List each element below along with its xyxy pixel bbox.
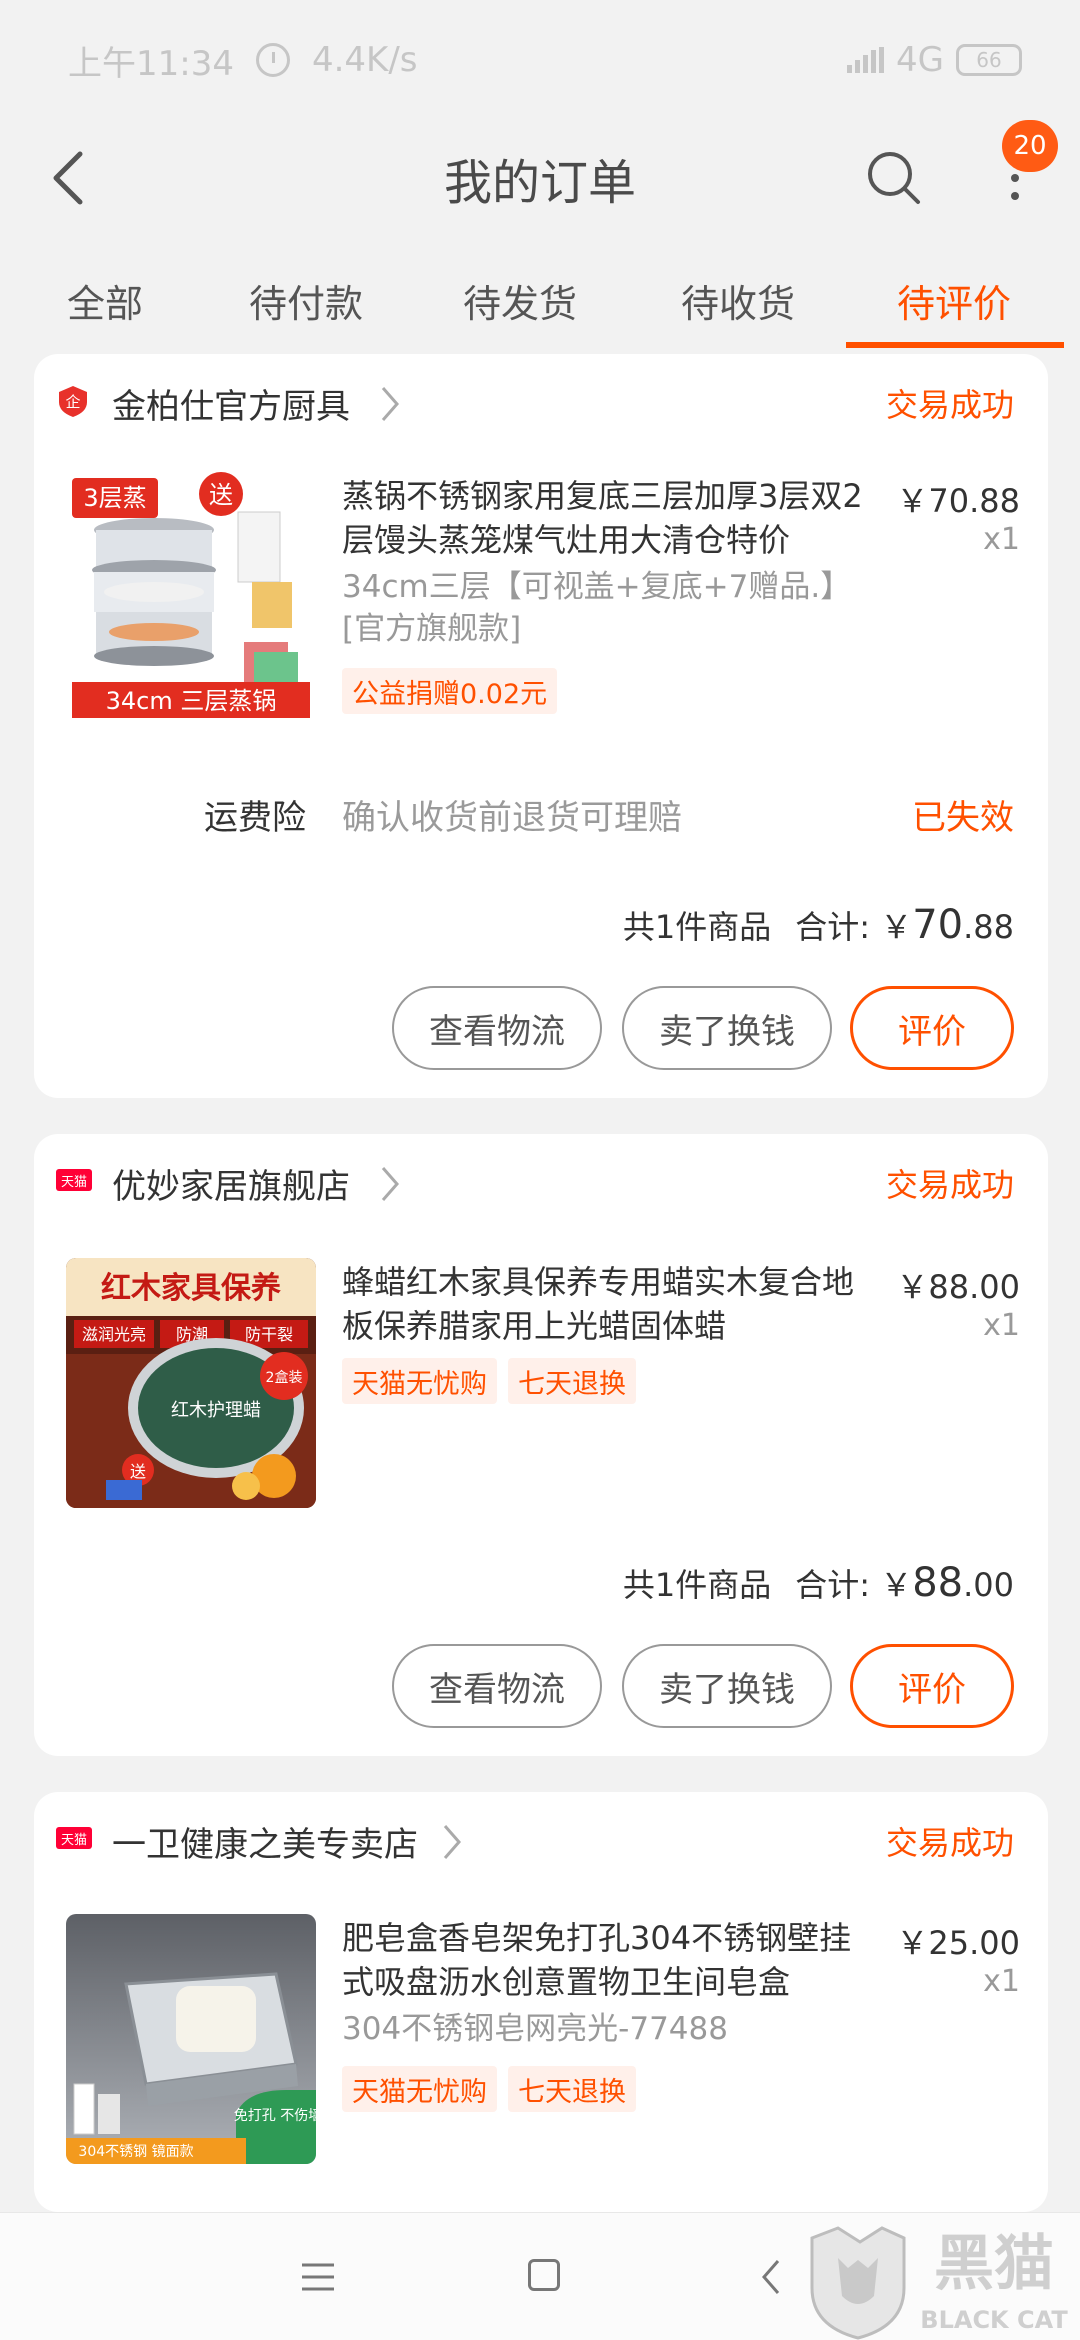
shop-row[interactable]: 天猫 优妙家居旗舰店 交易成功 xyxy=(34,1134,1048,1232)
signal-icon xyxy=(847,47,885,73)
seven-day-return-tag: 七天退换 xyxy=(508,1358,636,1404)
order-status: 交易成功 xyxy=(885,386,1014,424)
shop-name[interactable]: 一卫健康之美专卖店 xyxy=(112,1817,418,1866)
tab-all[interactable]: 全部 xyxy=(30,250,180,350)
wax-product-image: 红木家具保养 滋润光亮 防潮 防干裂 红木护理蜡 2盒装 送 xyxy=(66,1258,316,1508)
shop-row[interactable]: 企 金柏仕官方厨具 交易成功 xyxy=(34,354,1048,452)
status-bar: 上午11:34 4.4K/s 4G 66 xyxy=(0,0,1080,120)
tab-pending-review[interactable]: 待评价 xyxy=(874,250,1034,350)
order-status: 交易成功 xyxy=(885,1166,1014,1204)
thumb-badge-left: 3层蒸 xyxy=(83,484,146,512)
svg-text:2盒装: 2盒装 xyxy=(266,1369,303,1386)
item-count: 共1件商品 xyxy=(622,1566,772,1604)
back-arrow-icon[interactable] xyxy=(40,146,104,210)
enterprise-badge-icon: 企 xyxy=(59,386,87,417)
tmall-icon: 天猫 xyxy=(56,1169,92,1191)
product-title[interactable]: 蒸锅不锈钢家用复底三层加厚3层双2层馒头蒸笼煤气灶用大清仓特价 xyxy=(342,474,872,562)
item-count: 共1件商品 xyxy=(622,908,772,946)
steamer-pot-image: 3层蒸 送 34cm 三层蒸锅 xyxy=(66,472,316,722)
notification-badge: 20 xyxy=(1002,120,1058,172)
order-card: 企 金柏仕官方厨具 交易成功 3层蒸 送 34cm 三层蒸锅 蒸锅不锈钢家用复底… xyxy=(34,354,1048,1098)
shipping-insurance-desc: 确认收货前退货可理赔 xyxy=(342,798,682,838)
product-quantity: x1 xyxy=(983,1964,1020,1999)
charity-tag: 公益捐赠0.02元 xyxy=(342,668,558,714)
svg-text:天猫: 天猫 xyxy=(61,1833,87,1848)
svg-text:天猫: 天猫 xyxy=(61,1175,87,1190)
watermark-sub: BLACK CAT xyxy=(920,2306,1068,2334)
thumb-headline: 红木家具保养 xyxy=(101,1271,281,1306)
product-thumbnail[interactable]: 免打孔 不伤墙 304不锈钢 镜面款 xyxy=(66,1914,316,2164)
nav-back-icon[interactable] xyxy=(756,2257,786,2297)
total-amount: 合计: ￥70.88 xyxy=(795,902,1014,948)
resell-button[interactable]: 卖了换钱 xyxy=(622,986,832,1070)
svg-text:企: 企 xyxy=(65,393,80,411)
shipping-insurance-status: 已失效 xyxy=(912,798,1014,838)
review-button[interactable]: 评价 xyxy=(850,1644,1014,1728)
product-sku: 304不锈钢皂网亮光-77488 xyxy=(342,2011,728,2047)
order-status: 交易成功 xyxy=(885,1824,1014,1862)
product-price: ￥25.00 xyxy=(896,1924,1020,1962)
shop-name[interactable]: 优妙家居旗舰店 xyxy=(112,1159,350,1208)
menu-icon[interactable] xyxy=(300,2261,336,2293)
product-sku: 34cm三层【可视盖+复底+7赠品.】[官方旗舰款] xyxy=(342,569,852,647)
chevron-right-icon xyxy=(381,387,399,421)
svg-text:免打孔 不伤墙: 免打孔 不伤墙 xyxy=(234,2107,316,2124)
soap-dish-image: 免打孔 不伤墙 304不锈钢 镜面款 xyxy=(66,1914,316,2164)
order-total: 共1件商品 合计: ￥70.88 xyxy=(623,902,1014,948)
tab-pending-payment[interactable]: 待付款 xyxy=(226,250,386,350)
battery-icon: 66 xyxy=(956,44,1022,76)
thumb-caption: 34cm 三层蒸锅 xyxy=(106,687,277,715)
view-logistics-button[interactable]: 查看物流 xyxy=(392,986,602,1070)
total-amount: 合计: ￥88.00 xyxy=(795,1560,1014,1606)
shipping-insurance-label: 运费险 xyxy=(204,798,306,838)
home-icon[interactable] xyxy=(528,2259,560,2291)
watermark-text: 黑猫 xyxy=(934,2229,1054,2299)
order-tabs: 全部 待付款 待发货 待收货 待评价 xyxy=(0,250,1080,350)
product-thumbnail[interactable]: 红木家具保养 滋润光亮 防潮 防干裂 红木护理蜡 2盒装 送 xyxy=(66,1258,316,1508)
product-thumbnail[interactable]: 3层蒸 送 34cm 三层蒸锅 xyxy=(66,472,316,722)
svg-text:红木护理蜡: 红木护理蜡 xyxy=(171,1400,261,1421)
app-header: 我的订单 20 xyxy=(0,120,1080,236)
tab-pending-shipment[interactable]: 待发货 xyxy=(440,250,600,350)
network-type: 4G xyxy=(896,40,944,80)
tmall-worry-free-tag: 天猫无忧购 xyxy=(342,2066,497,2112)
chevron-right-icon xyxy=(381,1167,399,1201)
shop-name[interactable]: 金柏仕官方厨具 xyxy=(112,379,350,428)
product-price: ￥70.88 xyxy=(896,482,1020,520)
resell-button[interactable]: 卖了换钱 xyxy=(622,1644,832,1728)
active-tab-indicator xyxy=(846,342,1064,348)
product-quantity: x1 xyxy=(983,522,1020,557)
svg-text:304不锈钢 镜面款: 304不锈钢 镜面款 xyxy=(78,2144,193,2160)
page-title: 我的订单 xyxy=(443,155,636,211)
tmall-worry-free-tag: 天猫无忧购 xyxy=(342,1358,497,1404)
svg-text:防干裂: 防干裂 xyxy=(245,1325,293,1344)
product-title[interactable]: 肥皂盒香皂架免打孔304不锈钢壁挂式吸盘沥水创意置物卫生间皂盒 xyxy=(342,1916,872,2004)
review-button[interactable]: 评价 xyxy=(850,986,1014,1070)
thumb-badge-right: 送 xyxy=(209,481,233,509)
shop-row[interactable]: 天猫 一卫健康之美专卖店 交易成功 xyxy=(34,1792,1048,1890)
chevron-right-icon xyxy=(443,1825,461,1859)
product-quantity: x1 xyxy=(983,1308,1020,1343)
status-speed: 4.4K/s xyxy=(311,40,418,80)
product-title[interactable]: 蜂蜡红木家具保养专用蜡实木复合地板保养腊家用上光蜡固体蜡 xyxy=(342,1260,872,1348)
order-total: 共1件商品 合计: ￥88.00 xyxy=(623,1560,1014,1606)
view-logistics-button[interactable]: 查看物流 xyxy=(392,1644,602,1728)
tmall-icon: 天猫 xyxy=(56,1827,92,1849)
order-card: 天猫 优妙家居旗舰店 交易成功 红木家具保养 滋润光亮 防潮 防干裂 红木护理蜡… xyxy=(34,1134,1048,1756)
svg-text:滋润光亮: 滋润光亮 xyxy=(82,1325,146,1344)
status-time: 上午11:34 xyxy=(68,43,234,84)
product-price: ￥88.00 xyxy=(896,1268,1020,1306)
svg-text:送: 送 xyxy=(130,1462,146,1481)
seven-day-return-tag: 七天退换 xyxy=(508,2066,636,2112)
black-cat-watermark: 黑猫 BLACK CAT xyxy=(810,2226,1068,2340)
tab-pending-receipt[interactable]: 待收货 xyxy=(658,250,818,350)
alarm-icon xyxy=(255,43,290,77)
order-card: 天猫 一卫健康之美专卖店 交易成功 免打孔 不伤墙 304不锈钢 镜面款 肥皂盒… xyxy=(34,1792,1048,2212)
search-icon[interactable] xyxy=(864,148,924,208)
